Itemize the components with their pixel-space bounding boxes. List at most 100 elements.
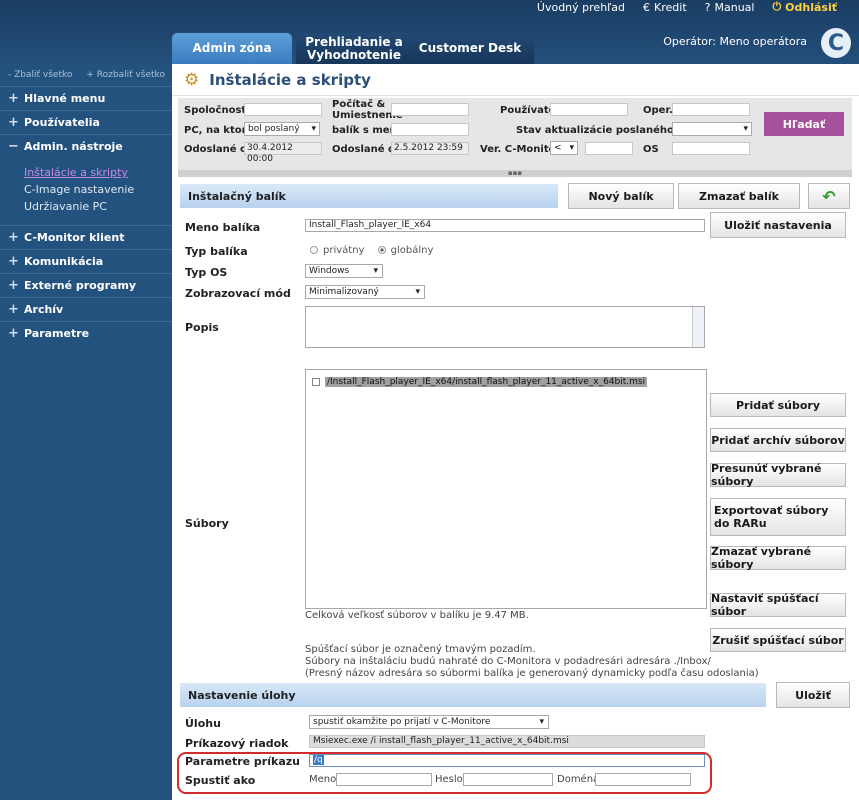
page-header: ⚙ Inštalácie a skripty <box>172 64 859 96</box>
filter-user-input[interactable] <box>550 103 628 116</box>
plus-icon: + <box>8 230 19 245</box>
sidebar-item-external[interactable]: + Externé programy <box>0 273 172 297</box>
filter-sent-from-input[interactable]: 30.4.2012 00:00 <box>244 142 322 164</box>
task-select[interactable]: spustiť okamžite po prijatí v C-Monitore <box>309 715 549 729</box>
tab-review[interactable]: Prehliadanie a Vyhodnotenie <box>296 33 412 64</box>
plus-icon: + <box>8 91 19 106</box>
filter-operator-label: Oper. <box>643 105 673 116</box>
display-mode-select[interactable]: Minimalizovaný <box>305 285 425 299</box>
move-files-button[interactable]: Presunúť vybrané súbory <box>710 462 846 488</box>
os-type-select[interactable]: Windows <box>305 264 383 278</box>
sidebar-subitem-pc-maintenance[interactable]: Udržiavanie PC <box>24 198 172 215</box>
add-files-button[interactable]: Pridať súbory <box>710 393 846 417</box>
sidebar-subitem-cimage[interactable]: C-Image nastavenie <box>24 181 172 198</box>
info-note-1: Spúšťací súbor je označený tmavým pozadí… <box>305 644 536 655</box>
new-package-button[interactable]: Nový balík <box>568 183 674 209</box>
nav-manual[interactable]: ? Manual <box>705 0 755 14</box>
command-line-input[interactable]: Msiexec.exe /i install_flash_player_11_a… <box>309 735 705 748</box>
files-label: Súbory <box>185 517 229 530</box>
nav-credit[interactable]: € Kredit <box>643 0 687 14</box>
scrollbar[interactable] <box>692 307 704 347</box>
command-line-label: Príkazový riadok <box>185 737 289 750</box>
radio-private[interactable]: privátny <box>310 245 364 256</box>
search-button[interactable]: Hľadať <box>764 112 844 136</box>
filter-operator-input[interactable] <box>672 103 750 116</box>
sidebar-item-parameters[interactable]: + Parametre <box>0 321 172 345</box>
filter-panel: Spoločnosť Počítač & Umiestnenie Používa… <box>178 98 852 170</box>
plus-icon: + <box>8 115 19 130</box>
nav-overview[interactable]: Úvodný prehľad <box>537 0 625 14</box>
back-arrow-icon[interactable]: ↶ <box>808 183 850 209</box>
filter-state-select[interactable] <box>672 122 752 136</box>
info-note-3: (Presný názov adresára so súbormi balíka… <box>305 668 759 679</box>
tab-admin-zone[interactable]: Admin zóna <box>172 33 292 64</box>
set-launch-file-button[interactable]: Nastaviť spúšťací súbor <box>710 592 846 618</box>
sidebar-item-cmonitor[interactable]: + C-Monitor klient <box>0 225 172 249</box>
os-type-label: Typ OS <box>185 266 228 279</box>
save-task-button[interactable]: Uložiť <box>776 682 850 708</box>
files-size-note: Celková veľkosť súborov v balíku je 9.47… <box>305 610 529 621</box>
filter-pc-location-input[interactable] <box>391 103 469 116</box>
page-title: Inštalácie a skripty <box>209 70 371 89</box>
sidebar-subitem-installations[interactable]: Inštalácie a skripty <box>24 164 172 181</box>
task-section-header: Nastavenie úlohy <box>180 683 766 707</box>
power-icon: ⏻ <box>772 0 782 13</box>
display-mode-label: Zobrazovací mód <box>185 287 291 300</box>
delete-package-button[interactable]: Zmazať balík <box>678 183 800 209</box>
package-name-label: Meno balíka <box>185 221 261 234</box>
app-header: Úvodný prehľad € Kredit ? Manual ⏻ Odhlásiť… <box>0 0 859 64</box>
filter-sent-to-input[interactable]: 2.5.2012 23:59 <box>391 142 469 155</box>
radio-global[interactable]: globálny <box>377 245 433 256</box>
package-section-header: Inštalačný balík <box>180 184 558 208</box>
filter-os-label: OS <box>643 144 659 155</box>
plus-icon: + <box>8 278 19 293</box>
description-label: Popis <box>185 321 219 334</box>
task-label: Úlohu <box>185 717 221 730</box>
filter-pc-target-label: PC, na ktoré <box>184 125 254 136</box>
sidebar: - Zbaliť všetko + Rozbaliť všetko + Hlavn… <box>0 64 172 800</box>
highlight-annotation <box>177 752 712 794</box>
package-type-label: Typ balíka <box>185 245 248 258</box>
filter-pc-location-label: Počítač & Umiestnenie <box>332 99 403 121</box>
info-note-2: Súbory na inštaláciu budú nahraté do C-M… <box>305 656 711 667</box>
package-type-radios: privátny globálny <box>310 245 433 256</box>
filter-os-input[interactable] <box>672 142 750 155</box>
sidebar-item-admin-tools[interactable]: − Admin. nástroje <box>0 134 172 158</box>
plus-icon: + <box>8 302 19 317</box>
collapse-all-link[interactable]: - Zbaliť všetko <box>8 70 72 80</box>
sidebar-item-users[interactable]: + Používatelia <box>0 110 172 134</box>
file-item-label: /Install_Flash_player_IE_x64/install_fla… <box>325 377 648 387</box>
filter-package-name-input[interactable] <box>391 123 469 136</box>
filter-version-operator[interactable]: < <box>550 141 578 155</box>
sidebar-item-main-menu[interactable]: + Hlavné menu <box>0 86 172 110</box>
operator-label: Operátor: Meno operátora <box>663 35 807 48</box>
gear-icon: ⚙ <box>184 69 200 90</box>
filter-pc-target-select[interactable]: bol poslaný <box>244 122 320 136</box>
filter-splitter[interactable]: ▪▪▪ <box>178 170 852 177</box>
minus-icon: − <box>8 139 19 154</box>
filter-company-input[interactable] <box>244 103 322 116</box>
package-name-input[interactable]: Install_Flash_player_IE_x64 <box>305 219 705 232</box>
help-icon: ? <box>704 0 711 14</box>
app-logo: C <box>821 28 851 58</box>
sidebar-item-archive[interactable]: + Archív <box>0 297 172 321</box>
nav-logout[interactable]: ⏻ Odhlásiť <box>772 0 837 14</box>
filter-version-input[interactable] <box>585 142 633 155</box>
filter-company-label: Spoločnosť <box>184 105 247 116</box>
save-settings-button[interactable]: Uložiť nastavenia <box>710 212 846 238</box>
delete-files-button[interactable]: Zmazať vybrané súbory <box>710 545 846 571</box>
description-textarea[interactable] <box>305 306 705 348</box>
checkbox[interactable] <box>312 378 320 386</box>
plus-icon: + <box>8 326 19 341</box>
tab-customer-desk[interactable]: Customer Desk <box>406 33 534 64</box>
plus-icon: + <box>8 254 19 269</box>
list-item[interactable]: /Install_Flash_player_IE_x64/install_fla… <box>312 377 648 387</box>
cancel-launch-file-button[interactable]: Zrušiť spúšťací súbor <box>710 628 846 652</box>
main-content: ⚙ Inštalácie a skripty Spoločnosť Počíta… <box>172 64 859 800</box>
files-list: /Install_Flash_player_IE_x64/install_fla… <box>305 369 707 609</box>
export-rar-button[interactable]: Exportovať súbory do RARu <box>710 498 846 536</box>
add-archive-button[interactable]: Pridať archív súborov <box>710 428 846 452</box>
sidebar-item-communication[interactable]: + Komunikácia <box>0 249 172 273</box>
expand-all-link[interactable]: + Rozbaliť všetko <box>86 70 165 80</box>
top-nav: Úvodný prehľad € Kredit ? Manual ⏻ Odhlásiť <box>537 0 837 14</box>
